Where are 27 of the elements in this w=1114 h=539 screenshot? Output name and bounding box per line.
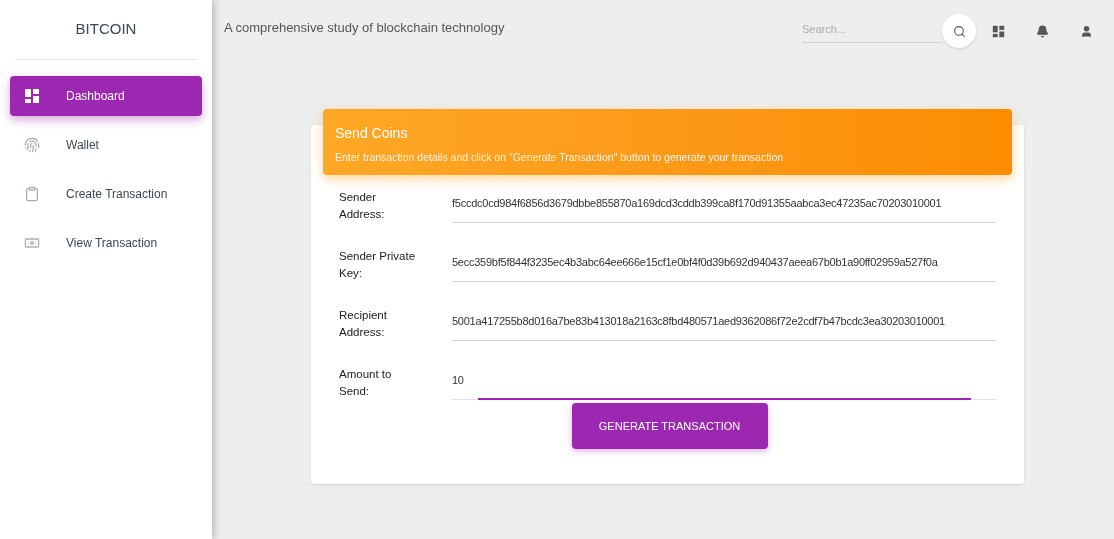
- field-label: Sender Private Key:: [339, 249, 417, 281]
- search-button[interactable]: [942, 14, 976, 48]
- generate-transaction-button[interactable]: GENERATE TRANSACTION: [571, 403, 768, 449]
- input-field[interactable]: 10: [452, 366, 996, 400]
- search-icon: [952, 24, 966, 38]
- input-field[interactable]: 5ecc359bf5f844f3235ec4b3abc64ee666e15cf1e0bf4f0d39b692d940437aeea67b0b1a90ff02959a527f0a: [452, 248, 996, 282]
- field-label: Sender Address:: [339, 190, 386, 222]
- nav-item[interactable]: Wallet: [10, 125, 202, 165]
- page-title: A comprehensive study of blockchain technology: [224, 18, 506, 37]
- search-field[interactable]: Search...: [802, 15, 942, 43]
- nav-item[interactable]: Dashboard: [10, 76, 202, 116]
- brand-title: BITCOIN: [75, 19, 137, 40]
- bell-icon: [1035, 24, 1049, 38]
- card-subtitle: Enter transaction details and click on "Generate Transaction" button to generate your transaction: [335, 150, 785, 165]
- input-field[interactable]: f5ccdc0cd984f6856d3679dbbe855870a169dcd3cddb399ca8f170d91355aabca3ec47235ac70203010001: [452, 189, 996, 223]
- nav-item[interactable]: View Transaction: [10, 223, 202, 263]
- input-field[interactable]: 5001a417255b8d016a7be83b413018a2163c8fbd480571aed9362086f72e2cdf7b47bcdc3ea30203010001: [452, 307, 996, 341]
- dashboard-icon: [991, 24, 1005, 38]
- field-label: Recipient Address:: [339, 308, 388, 340]
- dashboard-icon: [24, 88, 40, 104]
- clipboard-icon: [24, 186, 40, 202]
- fingerprint-icon: [24, 137, 40, 153]
- user-icon: [1079, 24, 1093, 38]
- card-title: Send Coins: [335, 124, 409, 143]
- field-label: Amount to Send:: [339, 367, 393, 399]
- nav-item[interactable]: Create Transaction: [10, 174, 202, 214]
- banknote-icon: [24, 235, 40, 251]
